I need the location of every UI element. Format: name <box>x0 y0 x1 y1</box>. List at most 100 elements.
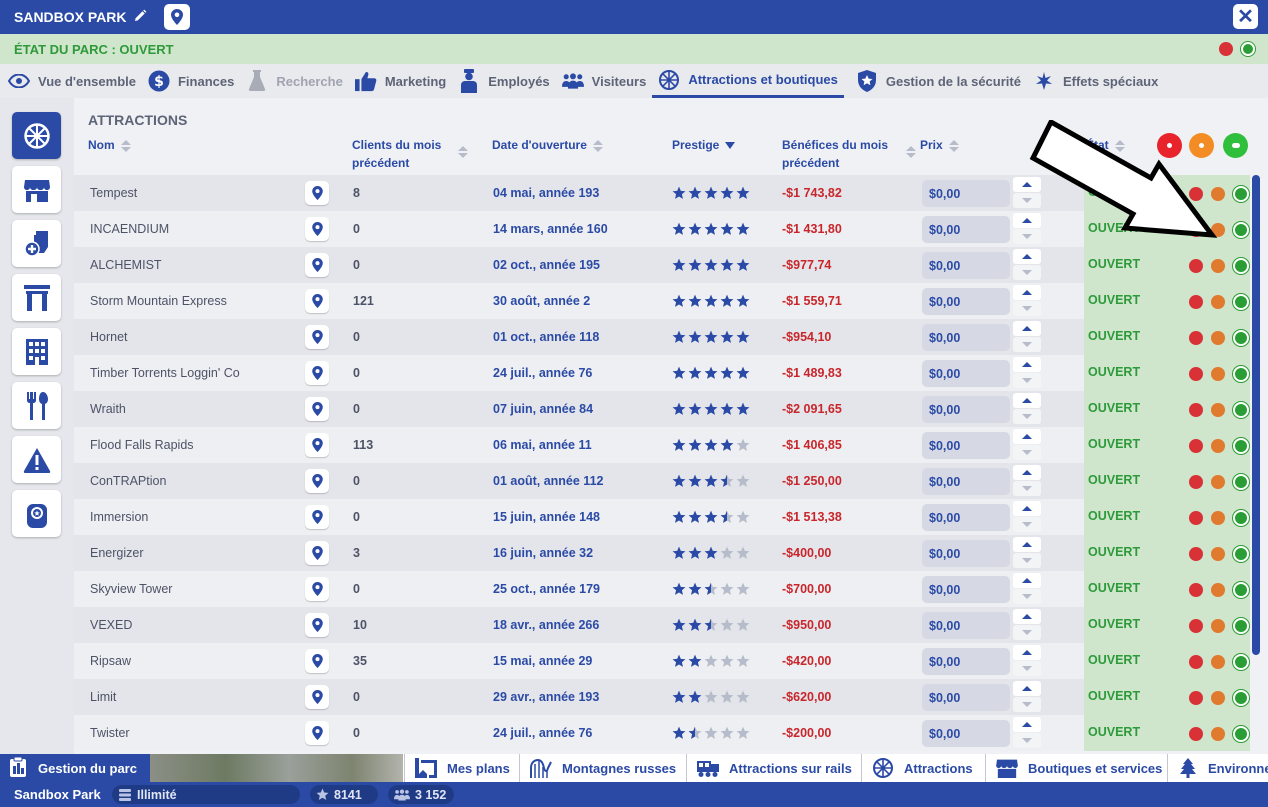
locate-attraction-button[interactable] <box>305 217 329 241</box>
locate-attraction-button[interactable] <box>305 685 329 709</box>
locate-attraction-button[interactable] <box>305 541 329 565</box>
price-increase-button[interactable] <box>1013 249 1041 264</box>
park-management-button[interactable]: Gestion du parc <box>0 754 150 782</box>
test-ride-toggle[interactable] <box>1211 619 1225 633</box>
test-ride-toggle[interactable] <box>1211 403 1225 417</box>
price-decrease-button[interactable] <box>1013 445 1041 460</box>
price-input[interactable]: $0,00 <box>922 684 1010 711</box>
column-header-benefits[interactable]: Bénéfices du mois précédent <box>782 136 916 172</box>
close-ride-toggle[interactable] <box>1189 331 1203 345</box>
price-input[interactable]: $0,00 <box>922 216 1010 243</box>
price-increase-button[interactable] <box>1013 681 1041 696</box>
table-row[interactable]: Skyview Tower 0 25 oct., année 179 -$700,00… <box>74 571 1250 607</box>
price-stepper[interactable] <box>1013 465 1041 497</box>
price-input[interactable]: $0,00 <box>922 180 1010 207</box>
price-increase-button[interactable] <box>1013 645 1041 660</box>
test-ride-toggle[interactable] <box>1211 511 1225 525</box>
price-increase-button[interactable] <box>1013 537 1041 552</box>
price-decrease-button[interactable] <box>1013 301 1041 316</box>
price-increase-button[interactable] <box>1013 357 1041 372</box>
price-stepper[interactable] <box>1013 681 1041 713</box>
bottom-tab-blueprints[interactable]: Mes plans <box>404 754 518 782</box>
close-ride-toggle[interactable] <box>1189 511 1203 525</box>
locate-attraction-button[interactable] <box>305 397 329 421</box>
tab-visitors[interactable]: Visiteurs <box>556 64 653 98</box>
test-ride-toggle[interactable] <box>1211 547 1225 561</box>
bottom-tab-coasters[interactable]: Montagnes russes <box>519 754 685 782</box>
tab-special-effects[interactable]: Effets spéciaux <box>1027 64 1164 98</box>
table-row[interactable]: Timber Torrents Loggin' Co 0 24 juil., ann… <box>74 355 1250 391</box>
locate-park-button[interactable] <box>164 4 190 30</box>
price-stepper[interactable] <box>1013 285 1041 317</box>
price-increase-button[interactable] <box>1013 717 1041 732</box>
sidebar-item-finances[interactable] <box>12 490 61 537</box>
close-ride-toggle[interactable] <box>1189 403 1203 417</box>
price-input[interactable]: $0,00 <box>922 432 1010 459</box>
sidebar-item-entrances[interactable] <box>12 274 61 321</box>
close-ride-toggle[interactable] <box>1189 259 1203 273</box>
locate-attraction-button[interactable] <box>305 181 329 205</box>
price-decrease-button[interactable] <box>1013 733 1041 748</box>
tab-overview[interactable]: Vue d'ensemble <box>2 64 142 98</box>
price-increase-button[interactable] <box>1013 285 1041 300</box>
price-input[interactable]: $0,00 <box>922 648 1010 675</box>
open-ride-toggle[interactable] <box>1233 330 1249 346</box>
close-ride-toggle[interactable] <box>1189 691 1203 705</box>
open-ride-toggle[interactable] <box>1233 654 1249 670</box>
price-input[interactable]: $0,00 <box>922 720 1010 747</box>
price-stepper[interactable] <box>1013 573 1041 605</box>
sidebar-item-services[interactable] <box>12 220 61 267</box>
open-park-toggle[interactable] <box>1241 42 1255 56</box>
open-ride-toggle[interactable] <box>1233 582 1249 598</box>
sidebar-item-alerts[interactable] <box>12 436 61 483</box>
table-row[interactable]: Immersion 0 15 juin, année 148 -$1 513,38 $0… <box>74 499 1250 535</box>
open-ride-toggle[interactable] <box>1233 474 1249 490</box>
price-stepper[interactable] <box>1013 645 1041 677</box>
price-stepper[interactable] <box>1013 717 1041 749</box>
locate-attraction-button[interactable] <box>305 505 329 529</box>
table-row[interactable]: Limit 0 29 avr., année 193 -$620,00 $0,00 OUV… <box>74 679 1250 715</box>
price-increase-button[interactable] <box>1013 501 1041 516</box>
sidebar-item-buildings[interactable] <box>12 328 61 375</box>
window-title[interactable]: SANDBOX PARK <box>14 9 127 25</box>
tab-staff[interactable]: Employés <box>452 64 555 98</box>
open-ride-toggle[interactable] <box>1233 258 1249 274</box>
price-input[interactable]: $0,00 <box>922 540 1010 567</box>
table-scrollbar[interactable] <box>1252 175 1260 655</box>
locate-attraction-button[interactable] <box>305 361 329 385</box>
price-input[interactable]: $0,00 <box>922 576 1010 603</box>
locate-attraction-button[interactable] <box>305 253 329 277</box>
price-input[interactable]: $0,00 <box>922 504 1010 531</box>
price-input[interactable]: $0,00 <box>922 468 1010 495</box>
test-ride-toggle[interactable] <box>1211 655 1225 669</box>
close-ride-toggle[interactable] <box>1189 583 1203 597</box>
price-decrease-button[interactable] <box>1013 481 1041 496</box>
close-ride-toggle[interactable] <box>1189 475 1203 489</box>
open-ride-toggle[interactable] <box>1233 726 1249 742</box>
test-ride-toggle[interactable] <box>1211 259 1225 273</box>
test-ride-toggle[interactable] <box>1211 475 1225 489</box>
locate-attraction-button[interactable] <box>305 649 329 673</box>
open-ride-toggle[interactable] <box>1233 186 1249 202</box>
price-input[interactable]: $0,00 <box>922 324 1010 351</box>
locate-attraction-button[interactable] <box>305 289 329 313</box>
price-stepper[interactable] <box>1013 357 1041 389</box>
sidebar-item-attractions[interactable] <box>12 112 61 159</box>
test-ride-toggle[interactable] <box>1211 367 1225 381</box>
table-row[interactable]: Hornet 0 01 oct., année 118 -$954,10 $0,00 OU… <box>74 319 1250 355</box>
price-stepper[interactable] <box>1013 249 1041 281</box>
close-ride-toggle[interactable] <box>1189 367 1203 381</box>
tab-marketing[interactable]: Marketing <box>349 64 452 98</box>
table-row[interactable]: VEXED 10 18 avr., année 266 -$950,00 $0,00 OU… <box>74 607 1250 643</box>
price-decrease-button[interactable] <box>1013 265 1041 280</box>
price-decrease-button[interactable] <box>1013 661 1041 676</box>
filter-open-button[interactable] <box>1223 133 1248 158</box>
locate-attraction-button[interactable] <box>305 721 329 745</box>
park-rating-indicator[interactable]: 8141 <box>310 785 378 804</box>
price-decrease-button[interactable] <box>1013 625 1041 640</box>
price-stepper[interactable] <box>1013 393 1041 425</box>
locate-attraction-button[interactable] <box>305 433 329 457</box>
bottom-tab-attractions[interactable]: Attractions <box>861 754 984 782</box>
price-input[interactable]: $0,00 <box>922 396 1010 423</box>
close-button[interactable]: ✕ <box>1233 4 1258 29</box>
